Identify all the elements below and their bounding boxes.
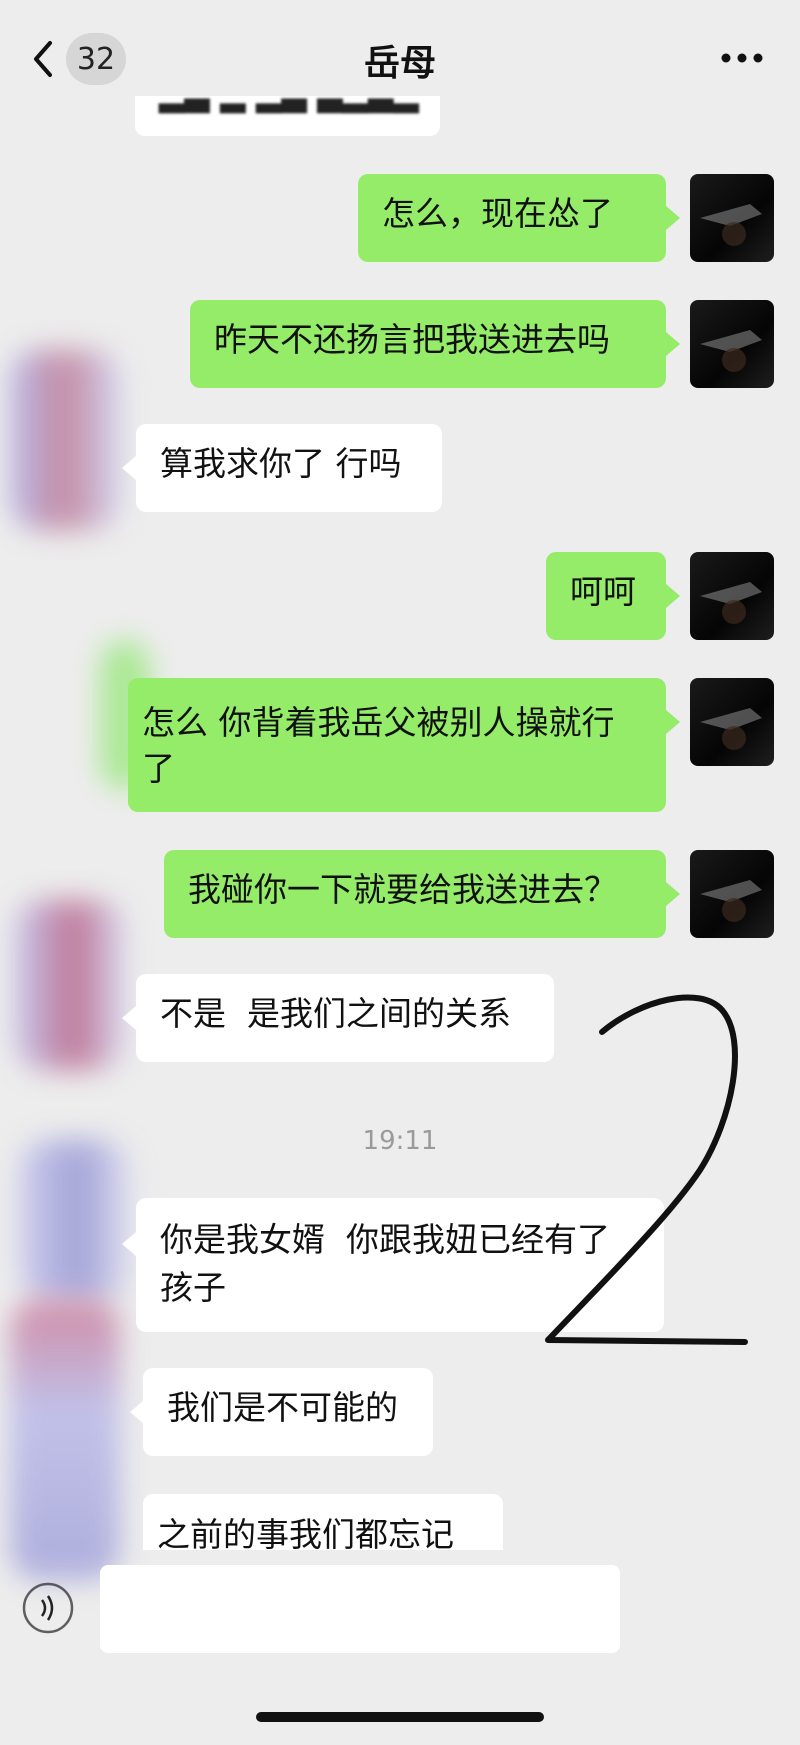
partial-message-top: ▂▃ ▂ ▂▃ ▃▂▃▂ [135, 96, 440, 136]
contact-avatar[interactable] [20, 1140, 130, 1300]
self-avatar[interactable] [690, 174, 774, 262]
message-bubble-received[interactable]: 不是 是我们之间的关系 [136, 974, 554, 1062]
bubble-tail [130, 1400, 144, 1424]
message-bubble-sent[interactable]: 我碰你一下就要给我送进去？ [164, 850, 666, 938]
message-timestamp: 19:11 [362, 1126, 438, 1156]
chat-screen: 32 岳母 ▂▃ ▂ ▂▃ ▃▂▃▂ 怎么，现在怂了 昨天不还扬言把我送进去吗 [0, 0, 800, 1745]
chat-header: 32 岳母 [0, 0, 800, 110]
message-bubble-received[interactable]: 之前的事我们都忘记 [143, 1494, 503, 1550]
message-bubble-received[interactable]: 我们是不可能的 [143, 1368, 433, 1456]
more-options-button[interactable] [712, 38, 772, 78]
contact-avatar[interactable] [15, 900, 125, 1070]
bubble-tail [122, 1232, 136, 1256]
bubble-tail [666, 584, 680, 608]
ellipsis-icon [720, 49, 764, 68]
message-bubble-sent[interactable]: 昨天不还扬言把我送进去吗 [190, 300, 666, 388]
contact-avatar[interactable] [10, 350, 120, 530]
message-bubble-received[interactable]: 算我求你了 行吗 [136, 424, 442, 512]
bubble-tail [666, 332, 680, 356]
home-indicator[interactable] [256, 1712, 544, 1722]
contact-avatar[interactable] [10, 1300, 120, 1580]
bubble-tail [122, 456, 136, 480]
self-avatar[interactable] [690, 850, 774, 938]
back-button[interactable]: 32 [28, 30, 138, 88]
message-text: 之前的事我们都忘记 [157, 1515, 454, 1550]
bubble-tail [666, 206, 680, 230]
message-bubble-sent[interactable]: 怎么 你背着我岳父被别人操就行了 [128, 678, 666, 812]
message-bubble-received[interactable]: 你是我女婿 你跟我妞已经有了孩子 [136, 1198, 664, 1332]
self-avatar[interactable] [690, 300, 774, 388]
message-input[interactable] [100, 1565, 620, 1653]
voice-input-button[interactable] [20, 1580, 76, 1636]
message-bubble-sent[interactable]: 呵呵 [546, 552, 666, 640]
bubble-tail [122, 1006, 136, 1030]
chevron-left-icon [28, 34, 58, 84]
self-avatar[interactable] [690, 552, 774, 640]
unread-count-badge: 32 [66, 33, 126, 85]
self-avatar[interactable] [690, 678, 774, 766]
bubble-tail [666, 882, 680, 906]
chat-title: 岳母 [363, 43, 436, 84]
message-bubble-sent[interactable]: 怎么，现在怂了 [358, 174, 666, 262]
bubble-tail [666, 710, 680, 734]
voice-wave-icon [22, 1582, 74, 1634]
